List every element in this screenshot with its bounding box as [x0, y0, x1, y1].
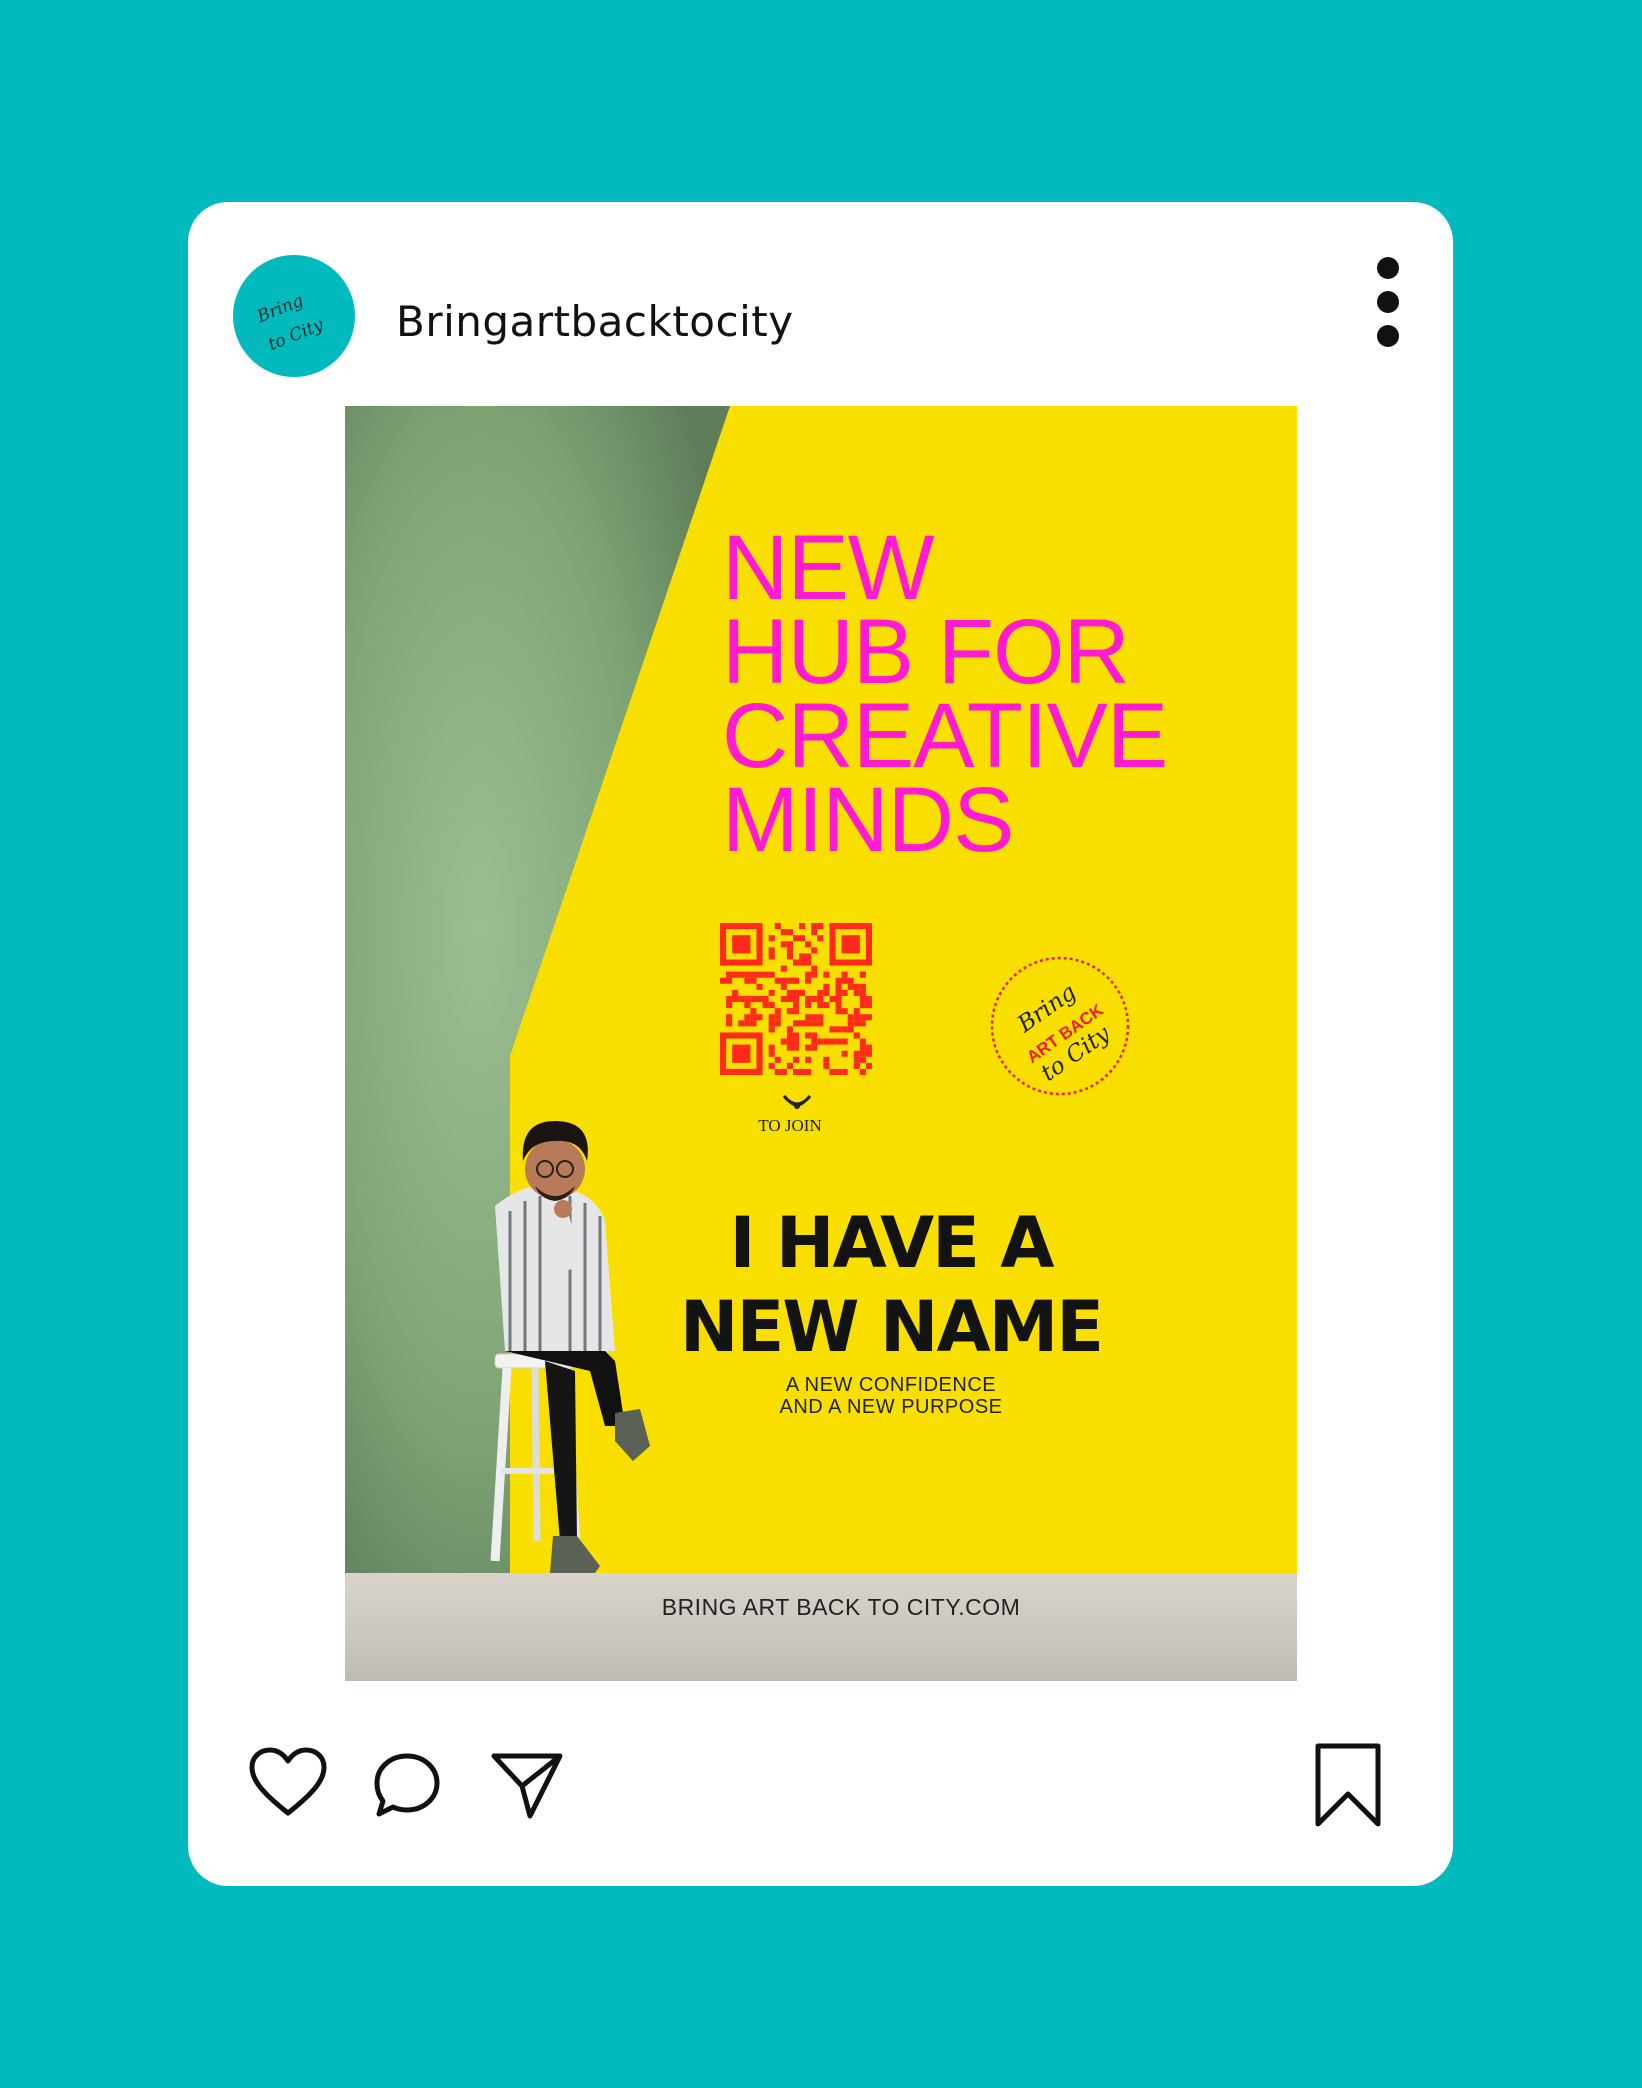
headline-line-3: CREATIVE [722, 685, 1168, 787]
headline: NEW HUB FOR CREATIVE MINDS [722, 517, 1282, 871]
headline-line-1: NEW [722, 517, 935, 619]
bookmark-icon[interactable] [1312, 1742, 1384, 1830]
heart-icon[interactable] [248, 1747, 328, 1819]
big-name-line-2: NEW NAME [679, 1286, 1104, 1368]
subtitle-line-1: A NEW CONFIDENCE [785, 1374, 997, 1396]
more-icon[interactable] [1373, 257, 1403, 357]
share-icon[interactable] [490, 1750, 564, 1820]
qr-code[interactable] [720, 923, 872, 1075]
subtitle-line-2: AND A NEW PURPOSE [779, 1396, 1003, 1418]
avatar[interactable]: Bring to City [233, 255, 355, 377]
username[interactable]: Bringartbacktocity [396, 297, 794, 346]
post-image: NEW HUB FOR CREATIVE MINDS TO JOIN Bring… [345, 406, 1297, 1681]
stamp-logo: Bring ART BACK to City [990, 956, 1130, 1096]
big-name-title: I HAVE A NEW NAME [641, 1201, 1141, 1369]
wifi-icon [782, 1095, 812, 1109]
big-name-line-1: I HAVE A [729, 1202, 1055, 1284]
headline-line-4: MINDS [722, 769, 1014, 871]
avatar-logo: Bring to City [253, 291, 326, 355]
comment-icon[interactable] [373, 1752, 443, 1820]
avatar-text-top: Bring [253, 291, 306, 328]
instagram-post-card: Bring to City Bringartbacktocity NEW HUB… [188, 202, 1453, 1886]
qr-caption: TO JOIN [758, 1116, 822, 1135]
subtitle: A NEW CONFIDENCE AND A NEW PURPOSE [671, 1374, 1111, 1418]
man-on-stool-photo [490, 1121, 650, 1573]
headline-line-2: HUB FOR [722, 601, 1130, 703]
